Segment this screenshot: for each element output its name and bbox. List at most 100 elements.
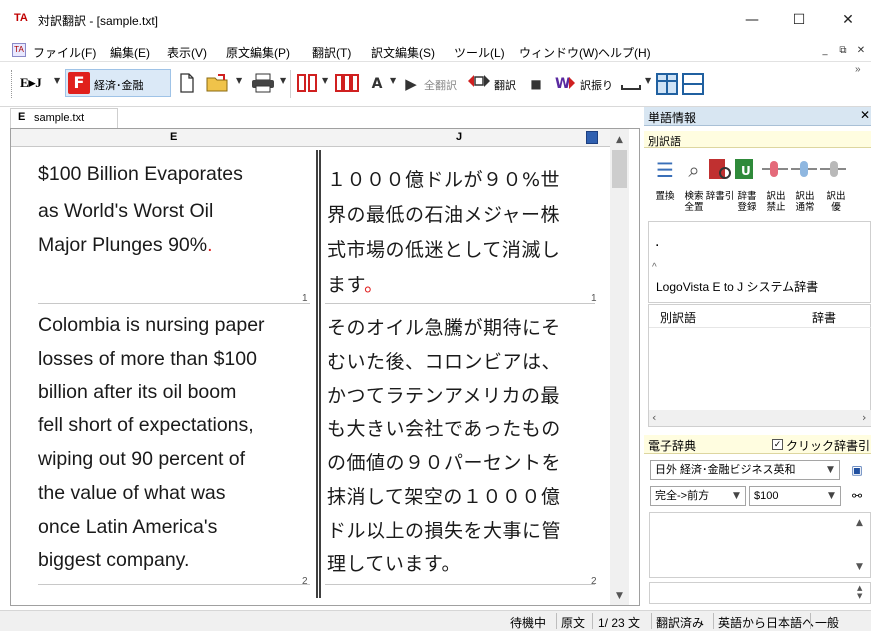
- source-line[interactable]: as World's Worst Oil: [38, 200, 213, 223]
- replace-icon[interactable]: ☰: [652, 155, 678, 185]
- search-all-button-label[interactable]: 検索 全置: [680, 191, 708, 213]
- column-layout-icon[interactable]: [295, 73, 319, 95]
- chevron-down-icon[interactable]: ▼: [733, 491, 740, 501]
- dictionary-settings-icon[interactable]: ▣: [848, 461, 866, 479]
- target-line[interactable]: 理しています。: [327, 549, 461, 576]
- field-badge-icon[interactable]: F: [68, 72, 90, 94]
- chevron-down-icon[interactable]: ▼: [645, 76, 651, 85]
- source-line[interactable]: biggest company.: [38, 549, 189, 572]
- spin-icon[interactable]: ▲ ▼: [857, 584, 862, 600]
- source-line[interactable]: the value of what was: [38, 482, 226, 505]
- source-line[interactable]: wiping out 90 percent of: [38, 448, 245, 471]
- play-icon[interactable]: ▶: [400, 73, 422, 95]
- column-option-button[interactable]: [586, 131, 598, 144]
- layout-horizontal-icon[interactable]: [656, 73, 678, 95]
- underline-icon[interactable]: [619, 73, 643, 95]
- vertical-scrollbar[interactable]: [610, 129, 629, 605]
- source-line[interactable]: Major Plunges 90%.: [38, 234, 213, 257]
- target-line[interactable]: 界の最低の石油メジャー株: [327, 200, 560, 227]
- menu-source-edit[interactable]: 原文編集(P): [226, 44, 290, 61]
- target-line[interactable]: むいた後、コロンビアは、: [327, 347, 561, 374]
- target-text[interactable]: ます: [327, 274, 364, 296]
- chevron-down-icon[interactable]: ▼: [280, 76, 286, 85]
- field-label[interactable]: 経済･金融: [94, 77, 144, 93]
- chevron-down-icon[interactable]: ▼: [828, 491, 835, 501]
- font-size-icon[interactable]: A: [366, 73, 388, 95]
- source-line[interactable]: losses of more than $100: [38, 348, 257, 371]
- chevron-down-icon[interactable]: ▼: [54, 76, 60, 85]
- scroll-up-icon[interactable]: ▲: [856, 518, 863, 528]
- toolbar-grip[interactable]: [11, 70, 13, 98]
- menu-view[interactable]: 表示(V): [167, 44, 207, 61]
- scroll-down-icon[interactable]: ▼: [856, 562, 863, 572]
- ban-translation-label[interactable]: 訳出 禁止: [762, 191, 790, 213]
- translate-icon[interactable]: [466, 73, 492, 95]
- dictionary-spin-box[interactable]: [649, 582, 871, 604]
- click-lookup-label[interactable]: クリック辞書引: [786, 437, 870, 454]
- new-document-icon[interactable]: [176, 73, 198, 95]
- scroll-right-icon[interactable]: ›: [862, 411, 866, 424]
- panel-close-icon[interactable]: ✕: [860, 108, 870, 122]
- target-line[interactable]: そのオイル急騰が期待にそ: [327, 313, 561, 340]
- normal-translation-icon[interactable]: [791, 155, 817, 185]
- chevron-down-icon[interactable]: ▼: [827, 465, 834, 475]
- tab-label[interactable]: sample.txt: [34, 112, 84, 124]
- replace-button-label[interactable]: 置換: [652, 191, 678, 202]
- target-line[interactable]: １０００億ドルが９０%世: [327, 165, 560, 192]
- target-line[interactable]: ドル以上の損失を大事に管: [327, 516, 561, 543]
- translate-label[interactable]: 翻訳: [494, 77, 516, 93]
- toolbar-overflow-icon[interactable]: »: [855, 64, 861, 75]
- layout-vertical-icon[interactable]: [682, 73, 704, 95]
- search-all-icon[interactable]: ⌕: [681, 155, 707, 185]
- multi-column-icon[interactable]: [334, 73, 360, 95]
- target-line[interactable]: 抹消して架空の１０００億: [327, 482, 560, 509]
- target-line[interactable]: かつてラテンアメリカの最: [327, 381, 560, 408]
- menu-target-edit[interactable]: 訳文編集(S): [371, 44, 435, 61]
- target-line[interactable]: の価値の９０パーセントを: [327, 448, 561, 475]
- dictionary-register-label[interactable]: 辞書 登録: [733, 191, 761, 213]
- menu-translate[interactable]: 翻訳(T): [312, 44, 351, 61]
- dictionary-lookup-icon[interactable]: [707, 155, 733, 185]
- menu-window[interactable]: ウィンドウ(W): [519, 44, 598, 61]
- dictionary-result-box[interactable]: [649, 512, 871, 578]
- target-line[interactable]: 式市場の低迷として消滅し: [327, 235, 560, 262]
- normal-translation-label[interactable]: 訳出 通常: [791, 191, 819, 213]
- scroll-left-icon[interactable]: ‹: [652, 411, 656, 424]
- stop-icon[interactable]: ■: [526, 73, 546, 95]
- source-line[interactable]: Colombia is nursing paper: [38, 314, 265, 337]
- chevron-down-icon[interactable]: ▼: [390, 76, 396, 85]
- match-mode-select[interactable]: 完全->前方: [650, 486, 746, 506]
- list-header-alt-translation[interactable]: 別訳語: [660, 309, 696, 326]
- menu-edit[interactable]: 編集(E): [110, 44, 150, 61]
- menu-tools[interactable]: ツール(L): [454, 44, 505, 61]
- chevron-down-icon[interactable]: ▼: [322, 76, 328, 85]
- open-folder-icon[interactable]: [206, 73, 232, 95]
- mdi-minimize-button[interactable]: _: [817, 43, 833, 59]
- list-header-dictionary[interactable]: 辞書: [812, 309, 836, 326]
- scroll-down-icon[interactable]: ▼: [612, 591, 627, 601]
- source-line[interactable]: once Latin America's: [38, 516, 217, 539]
- menu-help[interactable]: ヘルプ(H): [598, 44, 651, 61]
- mdi-close-button[interactable]: ✕: [853, 43, 869, 59]
- source-line[interactable]: billion after its oil boom: [38, 381, 236, 404]
- target-line[interactable]: ます。: [327, 270, 384, 297]
- column-divider[interactable]: [316, 150, 318, 598]
- target-line[interactable]: も大きい会社であったもの: [327, 414, 561, 441]
- direction-selector[interactable]: E▸J: [20, 75, 42, 91]
- mdi-restore-button[interactable]: ⧉: [835, 43, 851, 59]
- scroll-thumb[interactable]: [612, 150, 627, 188]
- print-icon[interactable]: [250, 73, 276, 95]
- priority-translation-icon[interactable]: [820, 155, 846, 185]
- source-text[interactable]: Major Plunges 90%: [38, 234, 207, 256]
- click-lookup-checkbox[interactable]: ✓: [772, 439, 783, 450]
- dictionary-select[interactable]: 日外 経済･金融ビジネス英和: [650, 460, 840, 480]
- chevron-down-icon[interactable]: ▼: [236, 76, 242, 85]
- minimize-button[interactable]: —: [729, 4, 775, 36]
- priority-translation-label[interactable]: 訳出 優: [822, 191, 850, 213]
- document-system-icon[interactable]: TA: [12, 43, 26, 57]
- dictionary-register-icon[interactable]: U: [733, 155, 759, 185]
- close-button[interactable]: ✕: [825, 4, 871, 36]
- scroll-up-icon[interactable]: ▲: [612, 135, 627, 145]
- column-divider[interactable]: [319, 150, 321, 598]
- translate-all-label[interactable]: 全翻訳: [424, 77, 457, 93]
